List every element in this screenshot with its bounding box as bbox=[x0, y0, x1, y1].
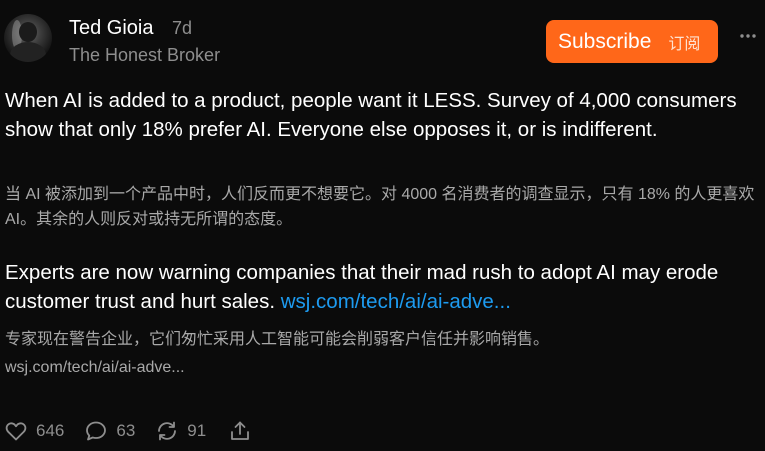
comment-bubble-icon bbox=[86, 421, 107, 441]
article-link[interactable]: wsj.com/tech/ai/ai-adve... bbox=[281, 290, 511, 313]
post-actions: 646 63 91 bbox=[4, 416, 272, 446]
restack-count: 91 bbox=[187, 421, 207, 440]
heart-icon bbox=[5, 422, 27, 441]
author-avatar[interactable] bbox=[4, 14, 52, 62]
note-post: Ted Gioia 7d The Honest Broker Subscribe… bbox=[0, 0, 765, 451]
translation-link[interactable]: wsj.com/tech/ai/ai-adve... bbox=[5, 357, 185, 379]
post-translation-1: 当 AI 被添加到一个产品中时，人们反而更不想要它。对 4000 名消费者的调查… bbox=[5, 186, 755, 228]
like-button[interactable]: 646 bbox=[4, 419, 64, 443]
restack-arrows-icon bbox=[158, 421, 177, 441]
share-upload-icon bbox=[231, 421, 250, 440]
subscribe-label: Subscribe bbox=[558, 29, 652, 53]
author-name[interactable]: Ted Gioia bbox=[69, 17, 154, 40]
comment-button[interactable]: 63 bbox=[84, 419, 135, 443]
post-text-1: When AI is added to a product, people wa… bbox=[5, 89, 737, 141]
share-button[interactable] bbox=[228, 419, 252, 443]
publication-name[interactable]: The Honest Broker bbox=[69, 45, 220, 66]
comment-count: 63 bbox=[116, 421, 136, 440]
post-text-2: Experts are now warning companies that t… bbox=[5, 258, 757, 316]
subscribe-button[interactable]: Subscribe 订阅 bbox=[546, 20, 718, 63]
more-horizontal-icon[interactable] bbox=[738, 26, 758, 46]
post-time: 7d bbox=[172, 18, 193, 38]
post-translation-2: 专家现在警告企业，它们匆忙采用人工智能可能会削弱客户信任并影响销售。 bbox=[5, 331, 550, 348]
restack-button[interactable]: 91 bbox=[155, 419, 206, 443]
subscribe-translation: 订阅 bbox=[668, 35, 701, 53]
like-count: 646 bbox=[36, 421, 65, 440]
